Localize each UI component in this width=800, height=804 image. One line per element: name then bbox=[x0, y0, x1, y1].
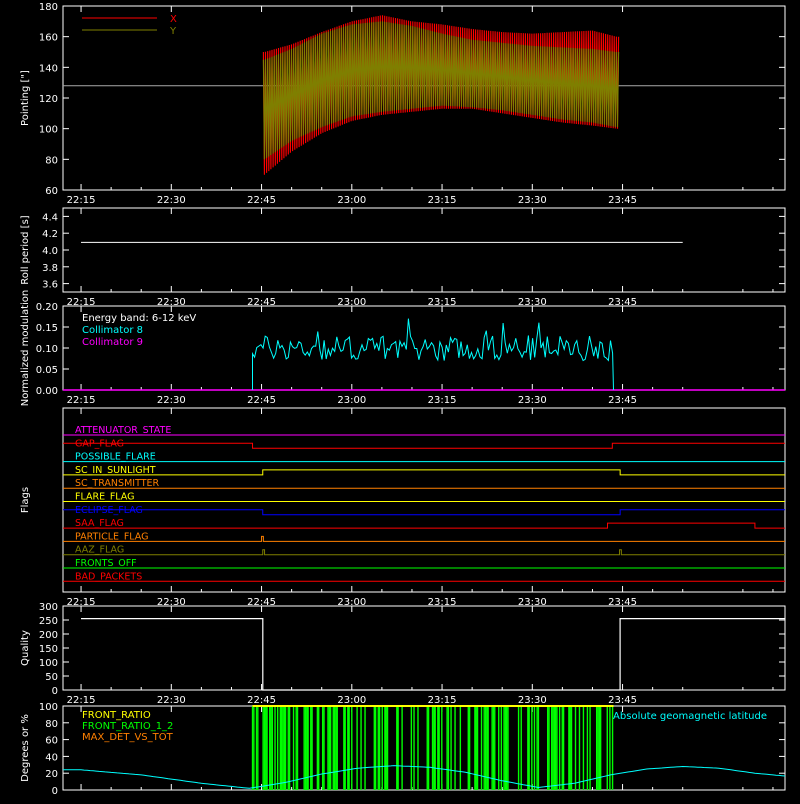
legend-label: Y bbox=[169, 26, 177, 37]
panel-roll: 22:15 22:30 22:45 23:00 23:15 23:30 23:45Roll … bbox=[20, 207, 786, 308]
y-tick-label: 160 bbox=[39, 33, 58, 44]
legend-label: Collimator 8 bbox=[82, 325, 143, 336]
right-label: Absolute geomagnetic latitude bbox=[613, 711, 767, 722]
x-tick-label: 23:30 bbox=[518, 695, 547, 706]
y-tick-label: 150 bbox=[39, 644, 58, 655]
y-axis-label: Flags bbox=[20, 487, 31, 513]
y-tick-label: 0.05 bbox=[36, 365, 58, 376]
y-tick-label: 180 bbox=[39, 2, 58, 13]
y-axis-label: Quality bbox=[20, 630, 31, 666]
x-tick-label: 22:30 bbox=[157, 395, 186, 406]
y-tick-label: 60 bbox=[45, 186, 58, 197]
x-tick-label: 23:00 bbox=[337, 395, 366, 406]
x-tick-label: 22:15 bbox=[67, 695, 96, 706]
collimator-8-line bbox=[252, 318, 614, 391]
y-tick-label: 200 bbox=[39, 630, 58, 641]
x-tick-label: 23:30 bbox=[518, 195, 547, 206]
flag-line-eclipse-flag bbox=[63, 509, 785, 516]
flag-label: ECLIPSE_FLAG bbox=[75, 505, 143, 516]
flag-label: FLARE_FLAG bbox=[75, 492, 135, 503]
y-tick-label: 3.8 bbox=[42, 263, 58, 274]
flag-label: SAA_FLAG bbox=[75, 518, 124, 529]
y-tick-label: 60 bbox=[45, 736, 58, 747]
y-tick-label: 0 bbox=[52, 786, 58, 797]
y-tick-label: 0.10 bbox=[36, 344, 58, 355]
flag-line-aaz-flag bbox=[63, 549, 785, 556]
x-tick-label: 22:15 bbox=[67, 195, 96, 206]
y-axis-label: Degrees or % bbox=[20, 714, 31, 782]
panel-quality: 22:15 22:30 22:45 23:00 23:15 23:30 23:45 Quali… bbox=[20, 602, 786, 706]
y-tick-label: 4.2 bbox=[42, 229, 58, 240]
flag-line-particle-flag bbox=[63, 535, 785, 542]
y-tick-label: 4.0 bbox=[42, 246, 58, 257]
panel-frame bbox=[62, 207, 786, 293]
x-tick-label: 23:45 bbox=[608, 395, 637, 406]
legend-label: MAX_DET_VS_TOT bbox=[82, 732, 174, 743]
x-tick-label: 23:15 bbox=[428, 195, 457, 206]
x-tick-label: 23:45 bbox=[608, 195, 637, 206]
flag-label: PARTICLE_FLAG bbox=[75, 531, 148, 542]
flag-line-saa-flag bbox=[63, 522, 785, 529]
flag-label: BAD_PACKETS bbox=[75, 571, 142, 582]
y-tick-label: 0.20 bbox=[36, 302, 58, 313]
flag-line-sc-in-sunlight bbox=[63, 469, 785, 476]
legend-label: Collimator 9 bbox=[82, 337, 143, 348]
flag-label: SC_TRANSMITTER bbox=[75, 478, 160, 489]
flag-label: FRONTS_OFF bbox=[75, 558, 137, 569]
y-tick-label: 0 bbox=[52, 686, 58, 697]
series-y-line bbox=[262, 21, 620, 160]
y-tick-label: 100 bbox=[39, 702, 58, 713]
front-ratio-top bbox=[252, 705, 614, 707]
y-tick-label: 100 bbox=[39, 658, 58, 669]
figure-canvas: 22:15 22:30 22:45 23:00 23:15 23:30 23:45 Point… bbox=[20, 2, 786, 797]
flag-line-gap-flag bbox=[63, 442, 785, 449]
y-tick-label: 3.6 bbox=[42, 280, 58, 291]
panel-pointing: 22:15 22:30 22:45 23:00 23:15 23:30 23:45 Point… bbox=[20, 2, 786, 206]
x-tick-label: 23:00 bbox=[337, 195, 366, 206]
y-tick-label: 140 bbox=[39, 63, 58, 74]
y-axis-label: Normalized modulation bbox=[20, 290, 31, 407]
y-tick-label: 120 bbox=[39, 94, 58, 105]
panel-modulation: 22:15 22:30 22:45 23:00 23:15 23:30 23:45 Norma… bbox=[20, 290, 786, 407]
panel-ratios: Degrees or % 0 20 40 60 80 100 FRONT_RATIOFRONT… bbox=[20, 702, 786, 797]
y-tick-label: 250 bbox=[39, 616, 58, 627]
x-tick-label: 22:30 bbox=[157, 195, 186, 206]
x-tick-label: 22:30 bbox=[157, 695, 186, 706]
x-tick-label: 22:45 bbox=[247, 195, 276, 206]
y-tick-label: 80 bbox=[45, 155, 58, 166]
x-tick-label: 22:45 bbox=[247, 695, 276, 706]
x-tick-label: 22:15 bbox=[67, 395, 96, 406]
quality-line bbox=[81, 617, 785, 691]
y-tick-label: 50 bbox=[45, 672, 58, 683]
x-tick-label: 23:45 bbox=[608, 695, 637, 706]
flag-label: GAP_FLAG bbox=[75, 438, 124, 449]
panel-flags: 22:15 22:30 22:45 23:00 23:15 23:30 23:45Flags… bbox=[20, 407, 786, 608]
y-axis-label: Pointing ["] bbox=[20, 70, 31, 126]
y-tick-label: 80 bbox=[45, 719, 58, 730]
flag-label: ATTENUATOR_STATE bbox=[75, 425, 171, 436]
figure: 22:15 22:30 22:45 23:00 23:15 23:30 23:45 Point… bbox=[0, 0, 800, 800]
y-tick-label: 100 bbox=[39, 125, 58, 136]
legend-label: FRONT_RATIO_1_2 bbox=[82, 721, 173, 732]
y-tick-label: 0.15 bbox=[36, 323, 58, 334]
x-tick-label: 23:15 bbox=[428, 695, 457, 706]
flag-label: SC_IN_SUNLIGHT bbox=[75, 465, 156, 476]
y-tick-label: 40 bbox=[45, 752, 58, 763]
y-tick-label: 20 bbox=[45, 769, 58, 780]
y-axis-label: Roll period [s] bbox=[20, 215, 31, 284]
y-tick-label: 4.4 bbox=[42, 212, 58, 223]
legend-label: FRONT_RATIO bbox=[82, 710, 151, 721]
flag-label: AAZ_FLAG bbox=[75, 545, 124, 556]
legend-label: X bbox=[170, 14, 177, 25]
x-tick-label: 22:45 bbox=[247, 395, 276, 406]
y-tick-label: 0.00 bbox=[36, 386, 58, 397]
legend-label: Energy band: 6-12 keV bbox=[82, 313, 196, 324]
y-tick-label: 300 bbox=[39, 602, 58, 613]
x-tick-label: 23:30 bbox=[518, 395, 547, 406]
x-tick-label: 23:15 bbox=[428, 395, 457, 406]
flag-label: POSSIBLE_FLARE bbox=[75, 452, 156, 463]
x-tick-label: 23:00 bbox=[337, 695, 366, 706]
